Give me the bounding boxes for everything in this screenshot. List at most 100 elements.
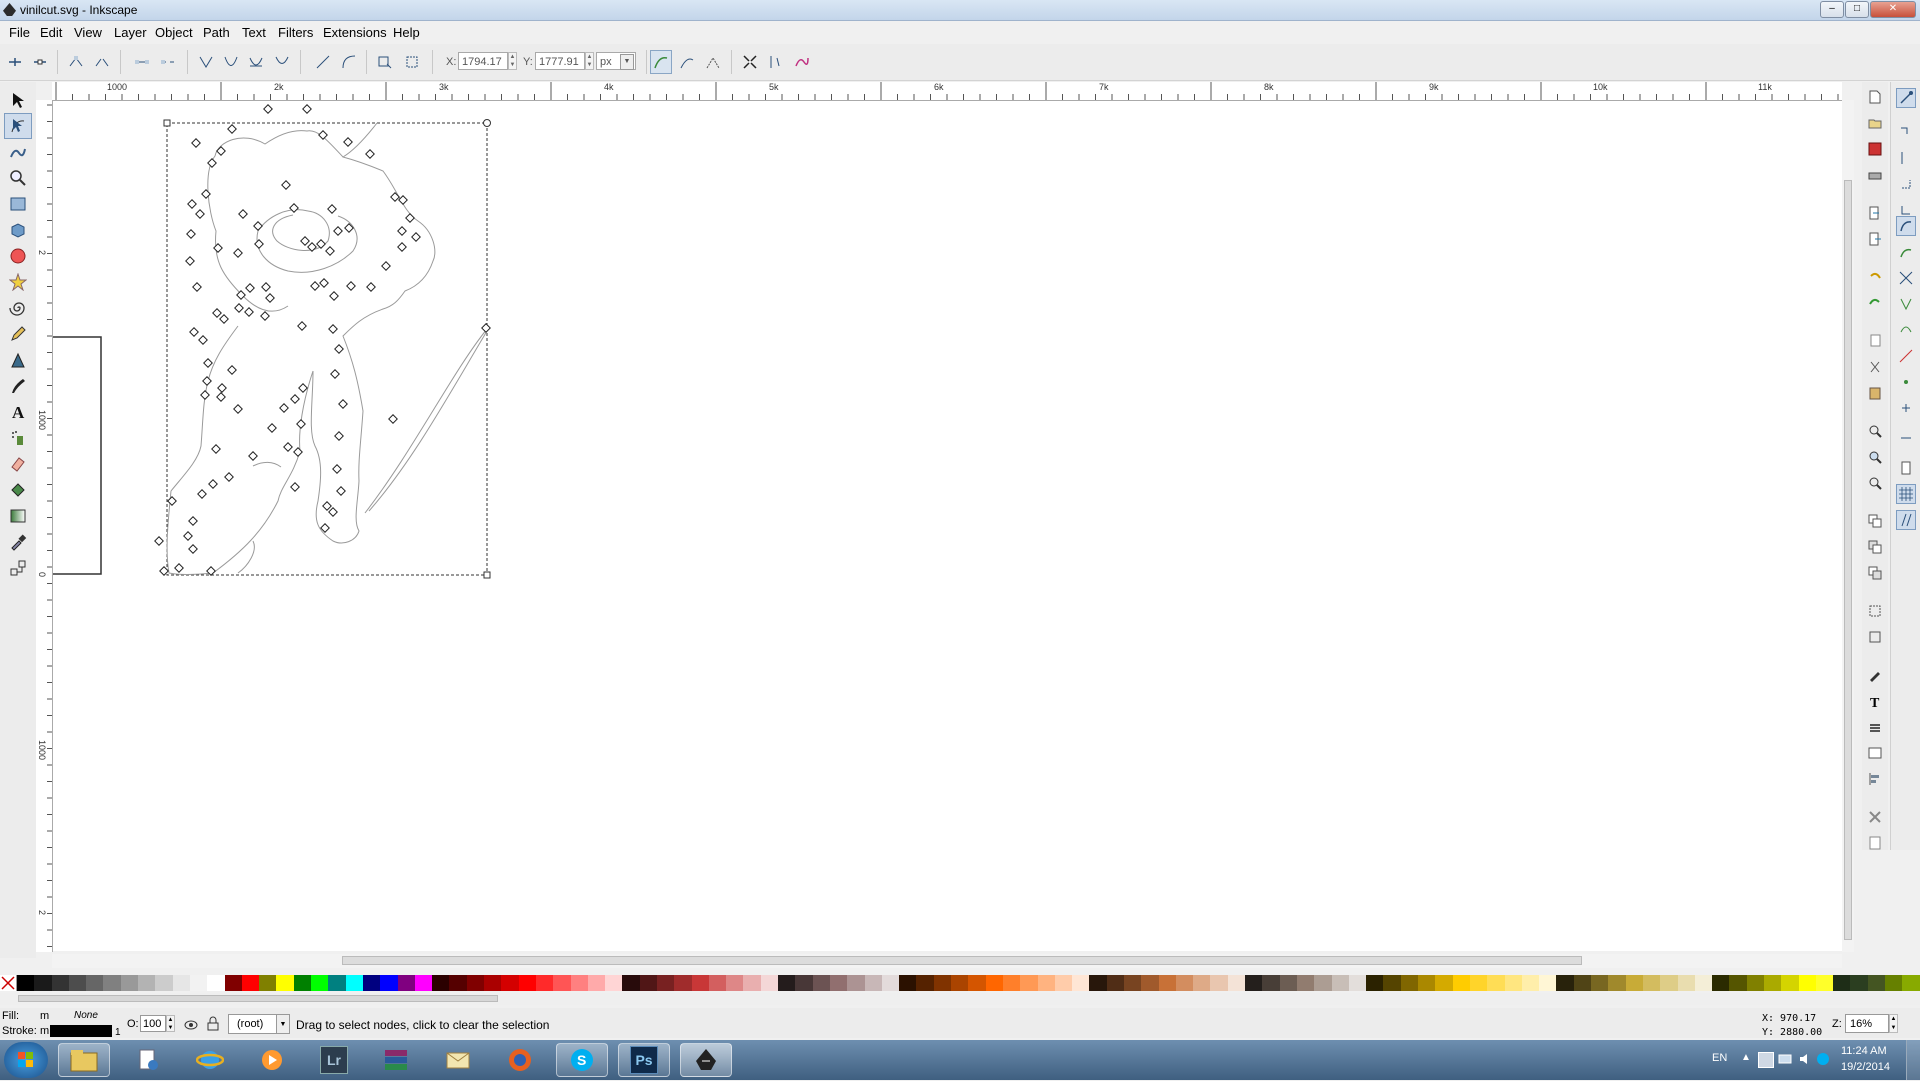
color-swatch[interactable] — [293, 975, 312, 991]
color-swatch[interactable] — [1487, 975, 1505, 991]
skype-icon[interactable]: S — [556, 1043, 608, 1077]
color-swatch[interactable] — [328, 975, 346, 991]
snap-path-icon[interactable] — [1896, 242, 1916, 262]
color-swatch[interactable] — [172, 975, 190, 991]
color-swatch[interactable] — [1539, 975, 1557, 991]
color-swatch[interactable] — [795, 975, 813, 991]
path-node[interactable] — [211, 444, 221, 454]
path-effect-icon[interactable] — [792, 52, 812, 72]
path-node[interactable] — [338, 399, 348, 409]
color-swatch[interactable] — [1712, 975, 1730, 991]
maximize-button[interactable]: □ — [1845, 1, 1869, 18]
chevron-down-icon[interactable]: ▼ — [276, 1014, 290, 1034]
path-node[interactable] — [245, 283, 255, 293]
color-swatch[interactable] — [743, 975, 761, 991]
group-icon[interactable] — [1866, 602, 1884, 620]
text-icon[interactable]: A — [4, 399, 32, 425]
menu-edit[interactable]: Edit — [40, 25, 62, 40]
zoom-input[interactable]: 16% — [1845, 1014, 1889, 1033]
path-node[interactable] — [318, 130, 328, 140]
layers-icon[interactable] — [1866, 718, 1884, 736]
color-swatch[interactable] — [881, 975, 900, 991]
file-explorer-icon[interactable] — [58, 1043, 110, 1077]
color-swatch[interactable] — [1106, 975, 1124, 991]
path-node[interactable] — [208, 479, 218, 489]
text-font-icon[interactable]: T — [1866, 692, 1884, 710]
palette-scrollbar[interactable] — [0, 993, 1920, 1005]
show-bezier-handles-icon[interactable] — [677, 52, 697, 72]
ungroup-icon[interactable] — [1866, 628, 1884, 646]
path-node[interactable] — [329, 291, 339, 301]
color-swatch[interactable] — [1452, 975, 1470, 991]
3d-box-icon[interactable] — [4, 217, 32, 243]
path-node[interactable] — [253, 221, 263, 231]
action-center-icon[interactable] — [1758, 1052, 1774, 1068]
path-node[interactable] — [189, 327, 199, 337]
path-node[interactable] — [290, 394, 300, 404]
preferences-icon[interactable] — [1866, 808, 1884, 826]
path-node[interactable] — [381, 261, 391, 271]
path-node[interactable] — [234, 303, 244, 313]
color-swatch[interactable] — [864, 975, 882, 991]
language-indicator[interactable]: EN — [1712, 1052, 1727, 1064]
zoom-icon[interactable] — [4, 165, 32, 191]
color-swatch[interactable] — [120, 975, 139, 991]
path-node[interactable] — [334, 344, 344, 354]
star-icon[interactable] — [4, 269, 32, 295]
calligraphy-icon[interactable] — [4, 373, 32, 399]
snap-text-baseline-icon[interactable] — [1896, 424, 1916, 444]
snap-grid-icon[interactable] — [1896, 484, 1916, 504]
open-icon[interactable] — [1866, 114, 1884, 132]
menu-layer[interactable]: Layer — [114, 25, 147, 40]
snap-nodes-icon[interactable] — [1896, 216, 1916, 236]
color-swatch[interactable] — [484, 975, 502, 991]
align-icon[interactable] — [1866, 770, 1884, 788]
path-node[interactable] — [319, 278, 329, 288]
inkscape-taskbar-icon[interactable] — [680, 1043, 732, 1077]
color-swatch[interactable] — [553, 975, 571, 991]
color-swatch[interactable] — [362, 975, 381, 991]
path-node[interactable] — [298, 383, 308, 393]
fill-stroke-icon[interactable] — [1866, 666, 1884, 684]
path-node[interactable] — [390, 192, 400, 202]
clock-time[interactable]: 11:24 AM — [1841, 1045, 1887, 1057]
horizontal-scroll-thumb[interactable] — [342, 956, 1582, 965]
snap-bbox-corner-icon[interactable] — [1896, 174, 1916, 194]
color-swatch[interactable] — [259, 975, 277, 991]
color-swatch[interactable] — [1850, 975, 1868, 991]
path-node[interactable] — [254, 239, 264, 249]
import-icon[interactable] — [1866, 204, 1884, 222]
color-swatch[interactable] — [570, 975, 588, 991]
path-node[interactable] — [336, 486, 346, 496]
path-node[interactable] — [203, 358, 213, 368]
path-node[interactable] — [366, 282, 376, 292]
color-swatch[interactable] — [1798, 975, 1816, 991]
color-swatch[interactable] — [829, 975, 848, 991]
path-node[interactable] — [200, 390, 210, 400]
color-swatch[interactable] — [1418, 975, 1436, 991]
path-node[interactable] — [188, 544, 198, 554]
gradient-icon[interactable] — [4, 503, 32, 529]
menu-help[interactable]: Help — [393, 25, 420, 40]
color-swatch[interactable] — [760, 975, 779, 991]
menu-extensions[interactable]: Extensions — [323, 25, 387, 40]
path-node[interactable] — [188, 516, 198, 526]
stroke-color-swatch[interactable] — [50, 1025, 112, 1037]
path-node[interactable] — [206, 566, 216, 576]
path-node[interactable] — [334, 431, 344, 441]
path-node[interactable] — [398, 195, 408, 205]
lightroom-icon[interactable]: Lr — [308, 1043, 360, 1077]
color-swatch[interactable] — [432, 975, 450, 991]
bbox-handle[interactable] — [483, 571, 491, 579]
color-palette[interactable] — [0, 975, 1920, 991]
tweak-icon[interactable] — [4, 139, 32, 165]
lock-icon[interactable] — [205, 1016, 221, 1032]
color-swatch[interactable] — [1279, 975, 1297, 991]
delete-node-icon[interactable] — [30, 52, 50, 72]
skype-tray-icon[interactable] — [1816, 1052, 1830, 1066]
winrar-icon[interactable] — [370, 1043, 422, 1077]
object-to-path-icon[interactable] — [375, 52, 395, 72]
color-swatch[interactable] — [276, 975, 294, 991]
path-node[interactable] — [293, 447, 303, 457]
color-swatch[interactable] — [639, 975, 657, 991]
